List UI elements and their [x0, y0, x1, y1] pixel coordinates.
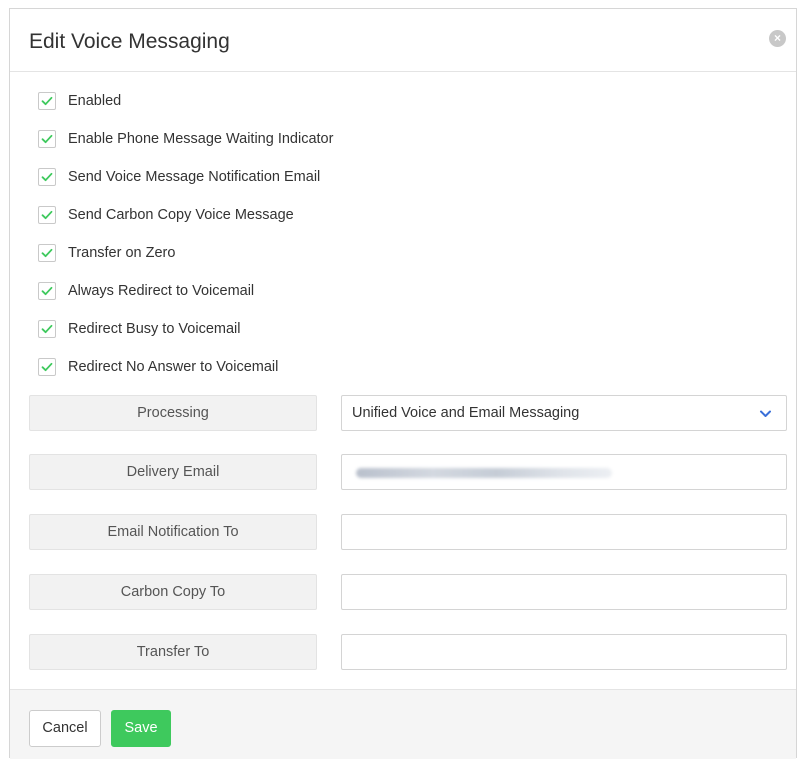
redirect-busy-checkbox[interactable]	[38, 320, 56, 338]
email-notification-to-label: Email Notification To	[29, 514, 317, 550]
delivery-email-input[interactable]	[341, 454, 787, 490]
transfer-to-input[interactable]	[341, 634, 787, 670]
notification-email-checkbox[interactable]	[38, 168, 56, 186]
transfer-on-zero-checkbox[interactable]	[38, 244, 56, 262]
enabled-label: Enabled	[68, 93, 122, 109]
enabled-checkbox[interactable]	[38, 92, 56, 110]
always-redirect-label: Always Redirect to Voicemail	[68, 283, 255, 299]
check-icon	[41, 324, 53, 334]
dialog-title: Edit Voice Messaging	[29, 30, 230, 53]
message-waiting-indicator-checkbox[interactable]	[38, 130, 56, 148]
cancel-button[interactable]: Cancel	[29, 710, 101, 747]
option-notification-email[interactable]: Send Voice Message Notification Email	[38, 168, 333, 206]
carbon-copy-checkbox[interactable]	[38, 206, 56, 224]
delivery-email-row: Delivery Email	[29, 454, 787, 490]
transfer-on-zero-label: Transfer on Zero	[68, 245, 176, 261]
carbon-copy-to-input[interactable]	[341, 574, 787, 610]
redirect-no-answer-label: Redirect No Answer to Voicemail	[68, 359, 279, 375]
carbon-copy-row: Carbon Copy To	[29, 574, 787, 610]
check-icon	[41, 96, 53, 106]
processing-select[interactable]: Unified Voice and Email Messaging	[341, 395, 787, 431]
check-icon	[41, 362, 53, 372]
option-carbon-copy[interactable]: Send Carbon Copy Voice Message	[38, 206, 333, 244]
email-notification-to-input[interactable]	[341, 514, 787, 550]
close-icon[interactable]: ×	[769, 30, 786, 47]
delivery-email-label: Delivery Email	[29, 454, 317, 490]
check-icon	[41, 134, 53, 144]
dialog-header: Edit Voice Messaging ×	[10, 9, 796, 72]
notification-email-label: Send Voice Message Notification Email	[68, 169, 321, 185]
check-icon	[41, 172, 53, 182]
options-list: Enabled Enable Phone Message Waiting Ind…	[38, 92, 333, 396]
check-icon	[41, 286, 53, 296]
carbon-copy-to-label: Carbon Copy To	[29, 574, 317, 610]
save-button[interactable]: Save	[111, 710, 171, 747]
chevron-down-icon	[760, 410, 771, 417]
message-waiting-indicator-label: Enable Phone Message Waiting Indicator	[68, 131, 334, 147]
option-redirect-busy[interactable]: Redirect Busy to Voicemail	[38, 320, 333, 358]
transfer-to-row: Transfer To	[29, 634, 787, 670]
option-always-redirect[interactable]: Always Redirect to Voicemail	[38, 282, 333, 320]
option-redirect-no-answer[interactable]: Redirect No Answer to Voicemail	[38, 358, 333, 396]
check-icon	[41, 248, 53, 258]
email-notification-row: Email Notification To	[29, 514, 787, 550]
processing-selected-value: Unified Voice and Email Messaging	[352, 405, 580, 421]
option-enabled[interactable]: Enabled	[38, 92, 333, 130]
redirect-no-answer-checkbox[interactable]	[38, 358, 56, 376]
redirect-busy-label: Redirect Busy to Voicemail	[68, 321, 241, 337]
redacted-email-value	[356, 468, 612, 478]
edit-voice-messaging-dialog: Edit Voice Messaging × Enabled Enable Ph…	[9, 8, 797, 759]
option-transfer-on-zero[interactable]: Transfer on Zero	[38, 244, 333, 282]
carbon-copy-label: Send Carbon Copy Voice Message	[68, 207, 294, 223]
transfer-to-label: Transfer To	[29, 634, 317, 670]
processing-label: Processing	[29, 395, 317, 431]
dialog-footer: Cancel Save	[10, 689, 796, 759]
processing-row: Processing Unified Voice and Email Messa…	[29, 395, 787, 431]
always-redirect-checkbox[interactable]	[38, 282, 56, 300]
check-icon	[41, 210, 53, 220]
option-message-waiting-indicator[interactable]: Enable Phone Message Waiting Indicator	[38, 130, 333, 168]
